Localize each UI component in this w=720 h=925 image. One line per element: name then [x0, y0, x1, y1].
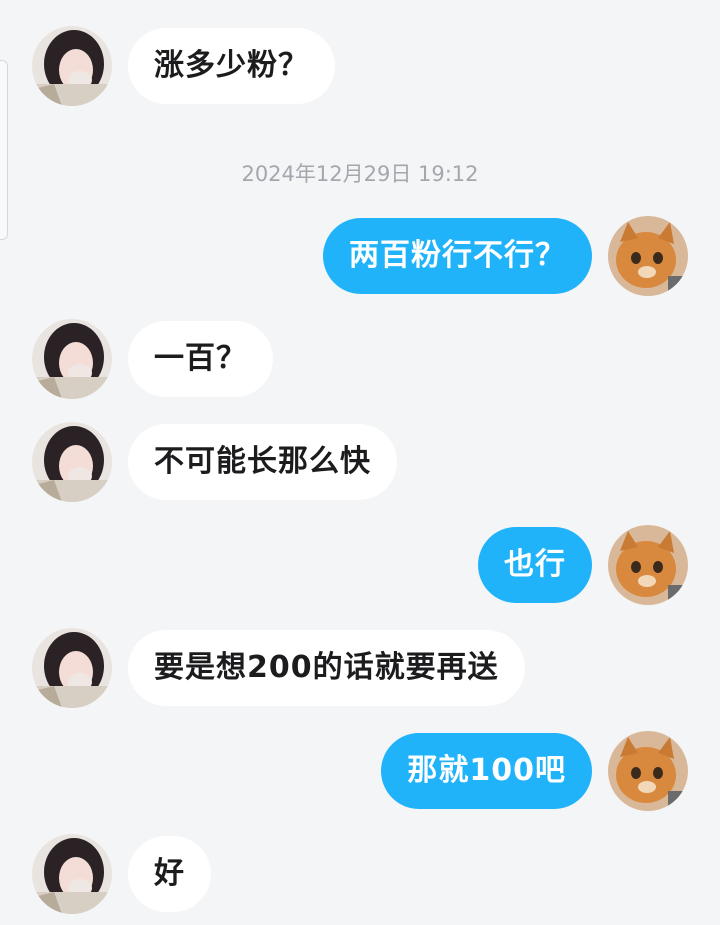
message-row: 不可能长那么快 — [0, 422, 720, 502]
message-row: 一百？ — [0, 319, 720, 399]
cat-avatar[interactable] — [608, 216, 688, 296]
message-row: 那就100吧 — [0, 731, 720, 811]
girl-avatar[interactable] — [32, 628, 112, 708]
message-row: 好 — [0, 834, 720, 914]
incoming-message-bubble[interactable]: 一百？ — [128, 321, 273, 397]
message-row: 也行 — [0, 525, 720, 605]
incoming-message-bubble[interactable]: 涨多少粉？ — [128, 28, 335, 104]
incoming-message-bubble[interactable]: 好 — [128, 836, 211, 912]
message-row: 涨多少粉？ — [0, 26, 720, 106]
message-row: 两百粉行不行？ — [0, 216, 720, 296]
girl-avatar[interactable] — [32, 834, 112, 914]
outgoing-message-bubble[interactable]: 那就100吧 — [381, 733, 592, 809]
outgoing-message-bubble[interactable]: 两百粉行不行？ — [323, 218, 592, 294]
girl-avatar[interactable] — [32, 26, 112, 106]
incoming-message-bubble[interactable]: 不可能长那么快 — [128, 424, 397, 500]
incoming-message-bubble[interactable]: 要是想200的话就要再送 — [128, 630, 525, 706]
outgoing-message-bubble[interactable]: 也行 — [478, 527, 592, 603]
girl-avatar[interactable] — [32, 319, 112, 399]
girl-avatar[interactable] — [32, 422, 112, 502]
cat-avatar[interactable] — [608, 525, 688, 605]
cat-avatar[interactable] — [608, 731, 688, 811]
message-row: 要是想200的话就要再送 — [0, 628, 720, 708]
message-timestamp: 2024年12月29日 19:12 — [241, 162, 479, 186]
